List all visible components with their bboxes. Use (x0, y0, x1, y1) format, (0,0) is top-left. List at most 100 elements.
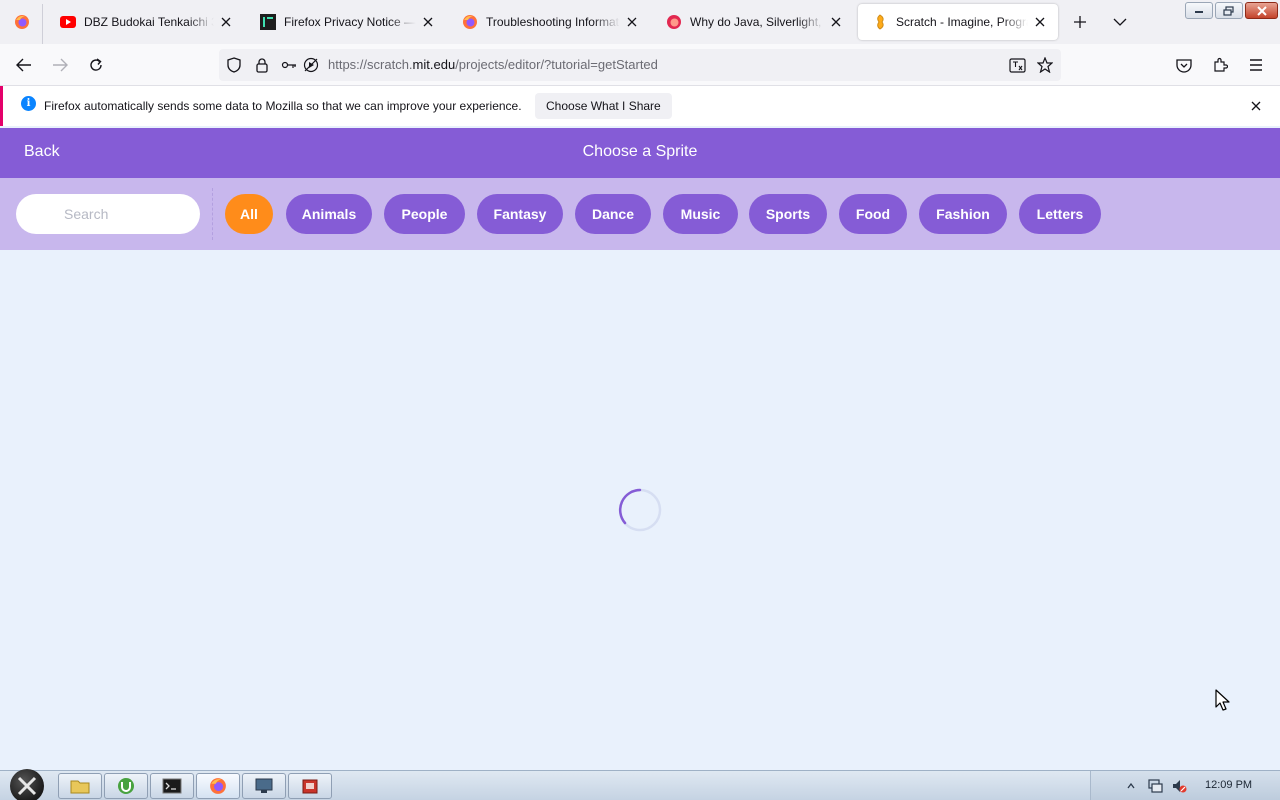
tag-food[interactable]: Food (839, 194, 907, 234)
pocket-icon (1176, 58, 1192, 73)
tab-title: DBZ Budokai Tenkaichi 3 - … (84, 15, 214, 29)
firefox-icon (210, 778, 226, 794)
firefox-icon (666, 14, 682, 30)
close-icon (1256, 5, 1267, 16)
close-notification-icon[interactable] (1246, 96, 1266, 116)
app-menu-button[interactable] (1242, 51, 1270, 79)
firefox-view-button[interactable] (4, 6, 40, 38)
hamburger-menu-icon (1250, 59, 1262, 71)
lock-icon[interactable] (253, 56, 271, 74)
loading-spinner-icon (618, 488, 662, 532)
utorrent-icon (118, 778, 134, 794)
bookmark-star-icon[interactable] (1036, 56, 1054, 74)
mozilla-icon (260, 14, 276, 30)
tag-fashion[interactable]: Fashion (919, 194, 1007, 234)
forward-button[interactable] (46, 51, 74, 79)
taskbar-clock[interactable]: 12:09 PM (1205, 779, 1252, 791)
taskbar-app[interactable] (288, 773, 332, 799)
extensions-button[interactable] (1206, 51, 1234, 79)
youtube-icon (60, 14, 76, 30)
volume-muted-icon[interactable] (1171, 778, 1187, 794)
translate-page-icon[interactable] (1008, 56, 1026, 74)
tag-letters[interactable]: Letters (1019, 194, 1101, 234)
notification-message: Firefox automatically sends some data to… (44, 99, 522, 113)
tag-dance[interactable]: Dance (575, 194, 651, 234)
autoplay-blocked-icon[interactable] (302, 56, 320, 74)
window-controls (1185, 2, 1278, 19)
choose-what-i-share-button[interactable]: Choose What I Share (535, 93, 672, 119)
tag-people[interactable]: People (384, 194, 465, 234)
navigation-toolbar: https://scratch.mit.edu/projects/editor/… (0, 44, 1280, 86)
tab-privacy-notice[interactable]: Firefox Privacy Notice — M… (246, 4, 446, 40)
taskbar-firefox[interactable] (196, 773, 240, 799)
address-bar[interactable]: https://scratch.mit.edu/projects/editor/… (219, 49, 1061, 81)
url-host: mit.edu (412, 57, 456, 72)
pocket-button[interactable] (1170, 51, 1198, 79)
close-tab-icon[interactable] (218, 14, 234, 30)
close-tab-icon[interactable] (420, 14, 436, 30)
sprite-search-input[interactable] (16, 194, 200, 234)
monitor-icon (255, 778, 273, 793)
back-button[interactable] (10, 51, 38, 79)
filter-divider (212, 188, 213, 240)
arrow-left-icon (16, 58, 31, 72)
taskbar-remote-desktop[interactable] (242, 773, 286, 799)
start-logo-icon (17, 776, 37, 796)
network-icon[interactable] (1147, 778, 1163, 794)
app-icon (302, 779, 318, 794)
tab-dbz[interactable]: DBZ Budokai Tenkaichi 3 - … (46, 4, 244, 40)
close-window-button[interactable] (1245, 2, 1278, 19)
firefox-icon (15, 15, 29, 29)
shield-icon[interactable] (225, 56, 243, 74)
url-text[interactable]: https://scratch.mit.edu/projects/editor/… (328, 57, 658, 72)
tag-music[interactable]: Music (663, 194, 738, 234)
mouse-cursor-icon (1215, 689, 1230, 711)
restore-icon (1223, 5, 1234, 16)
permissions-icon[interactable] (280, 56, 298, 74)
info-icon: i (21, 96, 36, 111)
terminal-icon (162, 778, 182, 794)
tab-title: Scratch - Imagine, Program… (896, 15, 1028, 29)
close-tab-icon[interactable] (624, 14, 640, 30)
data-reporting-notification: i Firefox automatically sends some data … (0, 86, 1280, 126)
tab-title: Troubleshooting Informatio… (486, 15, 620, 29)
tab-separator (42, 4, 43, 44)
plus-icon (1074, 16, 1086, 28)
taskbar-command-prompt[interactable] (150, 773, 194, 799)
new-tab-button[interactable] (1068, 10, 1092, 34)
tag-fantasy[interactable]: Fantasy (477, 194, 563, 234)
tab-title: Firefox Privacy Notice — M… (284, 15, 416, 29)
url-prefix: https://scratch. (328, 57, 413, 72)
modal-title: Choose a Sprite (582, 143, 698, 160)
minimize-icon (1195, 10, 1203, 13)
start-button[interactable] (10, 769, 44, 800)
tab-scratch[interactable]: Scratch - Imagine, Program… (858, 4, 1058, 40)
folder-icon (70, 780, 90, 794)
tag-all[interactable]: All (225, 194, 273, 234)
show-hidden-icons-icon[interactable] (1123, 778, 1139, 794)
close-tab-icon[interactable] (1032, 14, 1048, 30)
scratch-icon (872, 14, 888, 30)
tab-title: Why do Java, Silverlight, Ad… (690, 15, 824, 29)
restore-button[interactable] (1215, 2, 1243, 19)
chevron-down-icon (1113, 18, 1127, 26)
arrow-right-icon (53, 58, 68, 72)
puzzle-icon (1214, 57, 1228, 72)
taskbar-file-explorer[interactable] (58, 773, 102, 799)
tab-troubleshooting[interactable]: Troubleshooting Informatio… (448, 4, 650, 40)
list-all-tabs-button[interactable] (1108, 10, 1132, 34)
reload-icon (90, 58, 102, 71)
tab-why-java[interactable]: Why do Java, Silverlight, Ad… (652, 4, 854, 40)
sprite-library-header: Back Choose a Sprite (0, 128, 1280, 178)
tag-animals[interactable]: Animals (286, 194, 372, 234)
reload-button[interactable] (82, 51, 110, 79)
url-path: /projects/editor/?tutorial=getStarted (455, 57, 658, 72)
tag-sports[interactable]: Sports (749, 194, 827, 234)
minimize-button[interactable] (1185, 2, 1213, 19)
close-tab-icon[interactable] (828, 14, 844, 30)
taskbar-utorrent[interactable] (104, 773, 148, 799)
tab-strip: DBZ Budokai Tenkaichi 3 - … Firefox Priv… (0, 0, 1280, 44)
system-tray: 12:09 PM (1090, 771, 1280, 800)
firefox-icon (462, 14, 478, 30)
os-taskbar: 12:09 PM (0, 769, 1280, 800)
